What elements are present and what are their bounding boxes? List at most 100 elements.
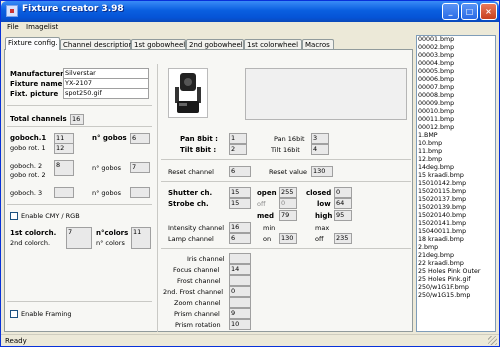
imagelist-item[interactable]: 15040011.bmp	[417, 228, 495, 236]
enable-framing-label: Enable Framing	[21, 310, 72, 318]
close-button[interactable]: ×	[480, 3, 497, 20]
frost-field[interactable]	[229, 275, 251, 286]
imagelist-item[interactable]: 15020137.bmp	[417, 196, 495, 204]
lamp-off-field[interactable]: 235	[334, 233, 352, 244]
enable-cmy-checkbox[interactable]	[10, 212, 18, 220]
imagelist-item[interactable]: 250/w1G15.bmp	[417, 292, 495, 300]
imagelist-listbox[interactable]: 00001.bmp 00002.bmp 00003.bmp 00004.bmp 0000…	[416, 35, 496, 332]
goboch2-label: goboch. 2	[10, 162, 43, 170]
total-channels-label: Total channels	[10, 115, 67, 123]
menu-imagelist[interactable]: Imagelist	[26, 22, 58, 33]
lamp-channel-field[interactable]: 6	[229, 233, 251, 244]
prism-rotation-field[interactable]: 10	[229, 319, 251, 330]
imagelist-item[interactable]: 00007.bmp	[417, 84, 495, 92]
imagelist-item[interactable]: 25 Holes Pink.gif	[417, 276, 495, 284]
imagelist-item[interactable]: 15020140.bmp	[417, 212, 495, 220]
menu-bar: File Imagelist	[1, 22, 499, 33]
gobo-rot1-field[interactable]: 12	[54, 143, 74, 154]
ngobos3-label: n° gobos	[92, 189, 122, 197]
fixture-picture-field[interactable]: spot250.gif	[63, 88, 149, 99]
off-field[interactable]: 0	[279, 198, 297, 209]
colorch2-label: 2nd colorch.	[10, 239, 51, 247]
imagelist-item[interactable]: 15 kraadi.bmp	[417, 172, 495, 180]
closed-field[interactable]: 0	[334, 187, 352, 198]
pan8-label: Pan 8bit :	[180, 135, 218, 143]
imagelist-item[interactable]: 14deg.bmp	[417, 164, 495, 172]
imagelist-item[interactable]: 00011.bmp	[417, 116, 495, 124]
imagelist-item[interactable]: 1.BMP	[417, 132, 495, 140]
med-label: med	[257, 212, 275, 220]
high-label: high	[315, 212, 333, 220]
imagelist-item[interactable]: 00008.bmp	[417, 92, 495, 100]
fixture-name-label: Fixture name	[10, 80, 63, 88]
imagelist-item[interactable]: 00002.bmp	[417, 44, 495, 52]
lamp-on-field[interactable]: 130	[279, 233, 297, 244]
zoom-field[interactable]	[229, 297, 251, 308]
imagelist-item[interactable]: 15020139.bmp	[417, 204, 495, 212]
goboch3-field[interactable]	[54, 187, 74, 198]
imagelist-item[interactable]: 25 Holes Pink Outer	[417, 268, 495, 276]
fixture-description-box[interactable]	[245, 68, 407, 120]
med-field[interactable]: 79	[279, 210, 297, 221]
reset-value-field[interactable]: 130	[311, 166, 333, 177]
maximize-button[interactable]: □	[461, 3, 478, 20]
imagelist-item[interactable]: 00006.bmp	[417, 76, 495, 84]
imagelist-item[interactable]: 00004.bmp	[417, 60, 495, 68]
pan8-field[interactable]: 1	[229, 133, 247, 144]
pan16-field[interactable]: 3	[311, 133, 329, 144]
tilt8-field[interactable]: 2	[229, 144, 247, 155]
iris-field[interactable]	[229, 253, 251, 264]
tab-fixture-config[interactable]: Fixture config.	[5, 37, 60, 50]
imagelist-item[interactable]: 00001.bmp	[417, 36, 495, 44]
separator	[161, 181, 411, 182]
imagelist-item[interactable]: 10.bmp	[417, 140, 495, 148]
imagelist-item[interactable]: 11.bmp	[417, 148, 495, 156]
reset-channel-field[interactable]: 6	[229, 166, 251, 177]
enable-framing-checkbox[interactable]	[10, 310, 18, 318]
imagelist-item[interactable]: 00003.bmp	[417, 52, 495, 60]
imagelist-item[interactable]: 18 kraadi.bmp	[417, 236, 495, 244]
strobe-field[interactable]: 15	[229, 198, 251, 209]
prism-field[interactable]: 9	[229, 308, 251, 319]
ncolors-field[interactable]: 11	[131, 227, 151, 249]
title-bar[interactable]: Fixture creator 3.98 _ □ ×	[1, 1, 499, 22]
column-divider	[157, 64, 158, 332]
imagelist-item[interactable]: 00012.bmp	[417, 124, 495, 132]
resize-grip-icon[interactable]	[488, 336, 497, 345]
menu-file[interactable]: File	[7, 22, 19, 33]
imagelist-item[interactable]: 21deg.bmp	[417, 252, 495, 260]
goboch2-field[interactable]: 8	[54, 160, 74, 176]
total-channels-field[interactable]: 16	[70, 114, 84, 125]
open-field[interactable]: 255	[279, 187, 297, 198]
colorch1-field[interactable]: 7	[66, 227, 92, 249]
tilt16-field[interactable]: 4	[311, 144, 329, 155]
frost2-field[interactable]: 0	[229, 286, 251, 297]
imagelist-item[interactable]: 15020141.bmp	[417, 220, 495, 228]
imagelist-item[interactable]: 250/w1G1F.bmp	[417, 284, 495, 292]
minimize-button[interactable]: _	[442, 3, 459, 20]
imagelist-item[interactable]: 00005.bmp	[417, 68, 495, 76]
goboch3-label: goboch. 3	[10, 189, 43, 197]
imagelist-item[interactable]: 00010.bmp	[417, 108, 495, 116]
imagelist-item[interactable]: 00009.bmp	[417, 100, 495, 108]
status-text: Ready	[5, 337, 27, 345]
separator	[7, 105, 152, 106]
imagelist-item[interactable]: 12.bmp	[417, 156, 495, 164]
on-label: on	[263, 235, 272, 243]
ngobos2-field[interactable]: 7	[130, 162, 150, 173]
ngobos3-field[interactable]	[130, 187, 150, 198]
open-label: open	[257, 189, 277, 197]
max-label: max	[315, 224, 330, 232]
imagelist-item[interactable]: 15010142.bmp	[417, 180, 495, 188]
shutter-field[interactable]: 15	[229, 187, 251, 198]
focus-field[interactable]: 14	[229, 264, 251, 275]
imagelist-item[interactable]: 22 kraadi.bmp	[417, 260, 495, 268]
lamp-channel-label: Lamp channel	[168, 235, 214, 243]
high-field[interactable]: 95	[334, 210, 352, 221]
imagelist-item[interactable]: 2.bmp	[417, 244, 495, 252]
intensity-channel-field[interactable]: 16	[229, 222, 251, 233]
ngobos1-field[interactable]: 6	[130, 133, 150, 144]
low-field[interactable]: 64	[334, 198, 352, 209]
imagelist-item[interactable]: 15020115.bmp	[417, 188, 495, 196]
zoom-label: Zoom channel	[174, 299, 221, 307]
